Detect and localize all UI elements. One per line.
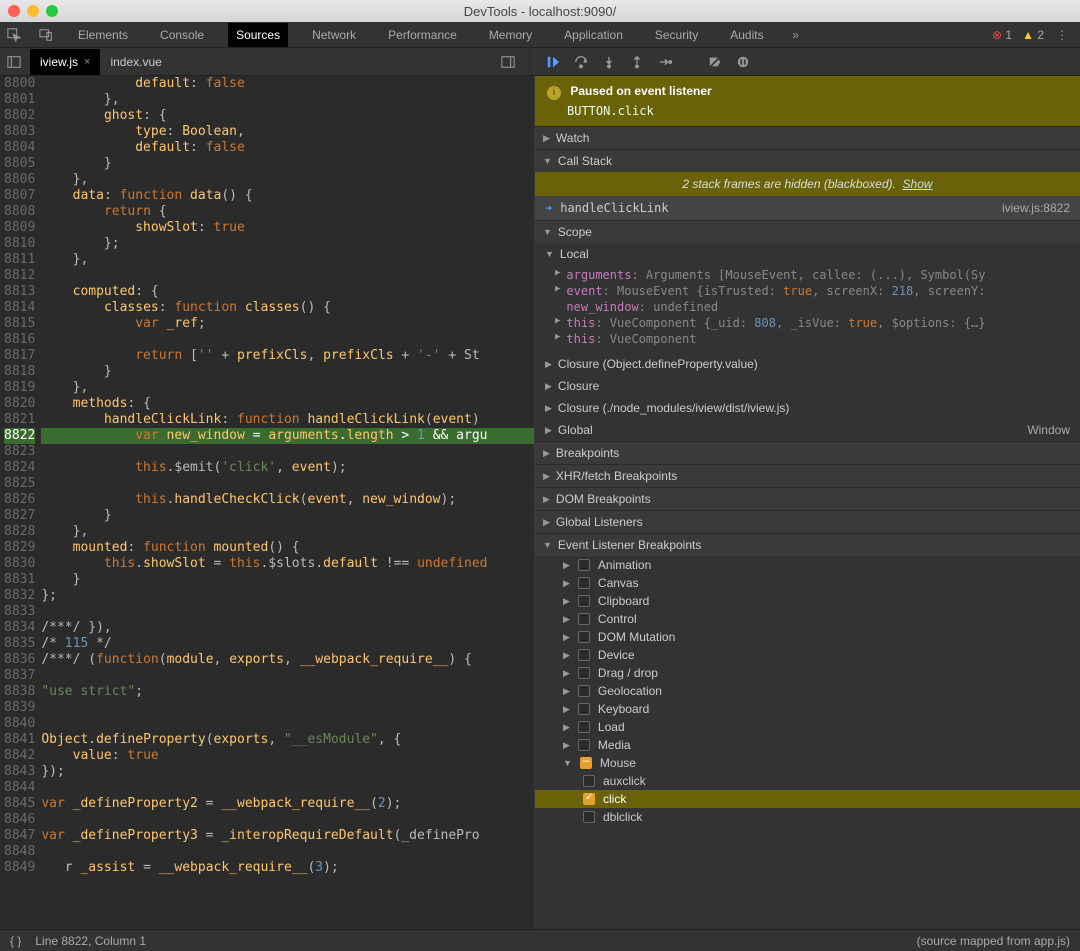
tab-network[interactable]: Network bbox=[304, 23, 364, 47]
scope-global[interactable]: ▶Global Window bbox=[535, 419, 1080, 441]
pause-on-exceptions-icon[interactable] bbox=[735, 54, 751, 70]
scope-closure[interactable]: ▶Closure (./node_modules/iview/dist/ivie… bbox=[535, 397, 1080, 419]
settings-menu-icon[interactable]: ⋮ bbox=[1054, 27, 1070, 43]
close-icon[interactable]: × bbox=[84, 56, 90, 68]
error-badge[interactable]: ⊗ 1 bbox=[992, 28, 1012, 42]
show-hidden-frames-link[interactable]: Show bbox=[903, 177, 933, 191]
navigator-toggle-icon[interactable] bbox=[6, 54, 22, 70]
device-toolbar-icon[interactable] bbox=[38, 27, 54, 43]
file-tab-index[interactable]: index.vue bbox=[100, 49, 171, 75]
event-category[interactable]: ▶Media bbox=[535, 736, 1080, 754]
checkbox[interactable] bbox=[583, 775, 595, 787]
event-type-auxclick[interactable]: auxclick bbox=[535, 772, 1080, 790]
tab-elements[interactable]: Elements bbox=[70, 23, 136, 47]
scope-section[interactable]: ▼Scope bbox=[535, 220, 1080, 243]
callstack-section[interactable]: ▼Call Stack bbox=[535, 149, 1080, 172]
checkbox[interactable] bbox=[578, 631, 590, 643]
event-type-dblclick[interactable]: dblclick bbox=[535, 808, 1080, 826]
tab-memory[interactable]: Memory bbox=[481, 23, 540, 47]
event-category[interactable]: ▶DOM Mutation bbox=[535, 628, 1080, 646]
event-category-mouse[interactable]: ▼Mouse bbox=[535, 754, 1080, 772]
checkbox[interactable] bbox=[578, 577, 590, 589]
checkbox[interactable] bbox=[578, 559, 590, 571]
main-tabs: Elements Console Sources Network Perform… bbox=[0, 22, 1080, 48]
tab-sources[interactable]: Sources bbox=[228, 23, 288, 47]
xhr-breakpoints-section[interactable]: ▶XHR/fetch Breakpoints bbox=[535, 464, 1080, 487]
brackets-icon[interactable]: { } bbox=[10, 934, 21, 948]
breakpoints-section[interactable]: ▶Breakpoints bbox=[535, 441, 1080, 464]
scope-variable[interactable]: ▶arguments: Arguments [MouseEvent, calle… bbox=[535, 267, 1080, 283]
debugger-toolbar bbox=[535, 48, 1080, 76]
scope-variable[interactable]: ▶this: VueComponent {_uid: 808, _isVue: … bbox=[535, 315, 1080, 331]
event-category[interactable]: ▶Device bbox=[535, 646, 1080, 664]
event-listener-breakpoints-section[interactable]: ▼Event Listener Breakpoints bbox=[535, 533, 1080, 556]
checkbox[interactable] bbox=[578, 721, 590, 733]
status-bar: { } Line 8822, Column 1 (source mapped f… bbox=[0, 929, 1080, 951]
watch-section[interactable]: ▶Watch bbox=[535, 126, 1080, 149]
tab-security[interactable]: Security bbox=[647, 23, 706, 47]
event-category[interactable]: ▶Canvas bbox=[535, 574, 1080, 592]
resume-icon[interactable] bbox=[545, 54, 561, 70]
event-type-click[interactable]: click bbox=[535, 790, 1080, 808]
info-icon: i bbox=[547, 86, 561, 100]
titlebar: DevTools - localhost:9090/ bbox=[0, 0, 1080, 22]
checkbox[interactable] bbox=[578, 703, 590, 715]
checkbox[interactable] bbox=[583, 811, 595, 823]
hidden-frames-notice: 2 stack frames are hidden (blackboxed). … bbox=[535, 172, 1080, 196]
run-snippet-icon[interactable] bbox=[500, 54, 516, 70]
code-editor[interactable]: 8800880188028803880488058806880788088809… bbox=[0, 76, 534, 929]
tab-console[interactable]: Console bbox=[152, 23, 212, 47]
dom-breakpoints-section[interactable]: ▶DOM Breakpoints bbox=[535, 487, 1080, 510]
deactivate-breakpoints-icon[interactable] bbox=[707, 54, 723, 70]
step-out-icon[interactable] bbox=[629, 54, 645, 70]
checkbox[interactable] bbox=[583, 793, 595, 805]
file-tab-iview[interactable]: iview.js× bbox=[30, 49, 100, 75]
checkbox[interactable] bbox=[578, 667, 590, 679]
tab-performance[interactable]: Performance bbox=[380, 23, 465, 47]
checkbox[interactable] bbox=[578, 685, 590, 697]
step-into-icon[interactable] bbox=[601, 54, 617, 70]
event-category[interactable]: ▶Drag / drop bbox=[535, 664, 1080, 682]
scope-variable[interactable]: ▶event: MouseEvent {isTrusted: true, scr… bbox=[535, 283, 1080, 299]
event-category[interactable]: ▶Clipboard bbox=[535, 592, 1080, 610]
tab-audits[interactable]: Audits bbox=[722, 23, 771, 47]
step-icon[interactable] bbox=[657, 54, 673, 70]
event-category[interactable]: ▶Load bbox=[535, 718, 1080, 736]
scope-variable[interactable]: ▶this: VueComponent bbox=[535, 331, 1080, 347]
scope-local[interactable]: ▼Local bbox=[535, 243, 1080, 265]
event-category[interactable]: ▶Animation bbox=[535, 556, 1080, 574]
more-tabs-icon[interactable]: » bbox=[788, 27, 804, 43]
inspect-element-icon[interactable] bbox=[6, 27, 22, 43]
event-category[interactable]: ▶Geolocation bbox=[535, 682, 1080, 700]
tab-application[interactable]: Application bbox=[556, 23, 631, 47]
checkbox[interactable] bbox=[578, 649, 590, 661]
checkbox[interactable] bbox=[578, 595, 590, 607]
window-title: DevTools - localhost:9090/ bbox=[0, 4, 1080, 19]
call-frame[interactable]: ➔ handleClickLink iview.js:8822 bbox=[535, 196, 1080, 220]
file-tabs: iview.js× index.vue bbox=[0, 48, 534, 76]
current-frame-icon: ➔ bbox=[545, 201, 552, 215]
source-map-info: (source mapped from app.js) bbox=[917, 934, 1070, 948]
scope-closure[interactable]: ▶Closure (Object.defineProperty.value) bbox=[535, 353, 1080, 375]
checkbox[interactable] bbox=[578, 739, 590, 751]
scope-closure[interactable]: ▶Closure bbox=[535, 375, 1080, 397]
paused-banner: i Paused on event listener BUTTON.click bbox=[535, 76, 1080, 126]
event-category[interactable]: ▶Keyboard bbox=[535, 700, 1080, 718]
global-listeners-section[interactable]: ▶Global Listeners bbox=[535, 510, 1080, 533]
step-over-icon[interactable] bbox=[573, 54, 589, 70]
scope-variable[interactable]: ▶new_window: undefined bbox=[535, 299, 1080, 315]
checkbox[interactable] bbox=[578, 613, 590, 625]
checkbox-mouse[interactable] bbox=[580, 757, 592, 769]
cursor-position: Line 8822, Column 1 bbox=[35, 934, 146, 948]
event-category[interactable]: ▶Control bbox=[535, 610, 1080, 628]
warning-badge[interactable]: ▲ 2 bbox=[1022, 28, 1044, 42]
